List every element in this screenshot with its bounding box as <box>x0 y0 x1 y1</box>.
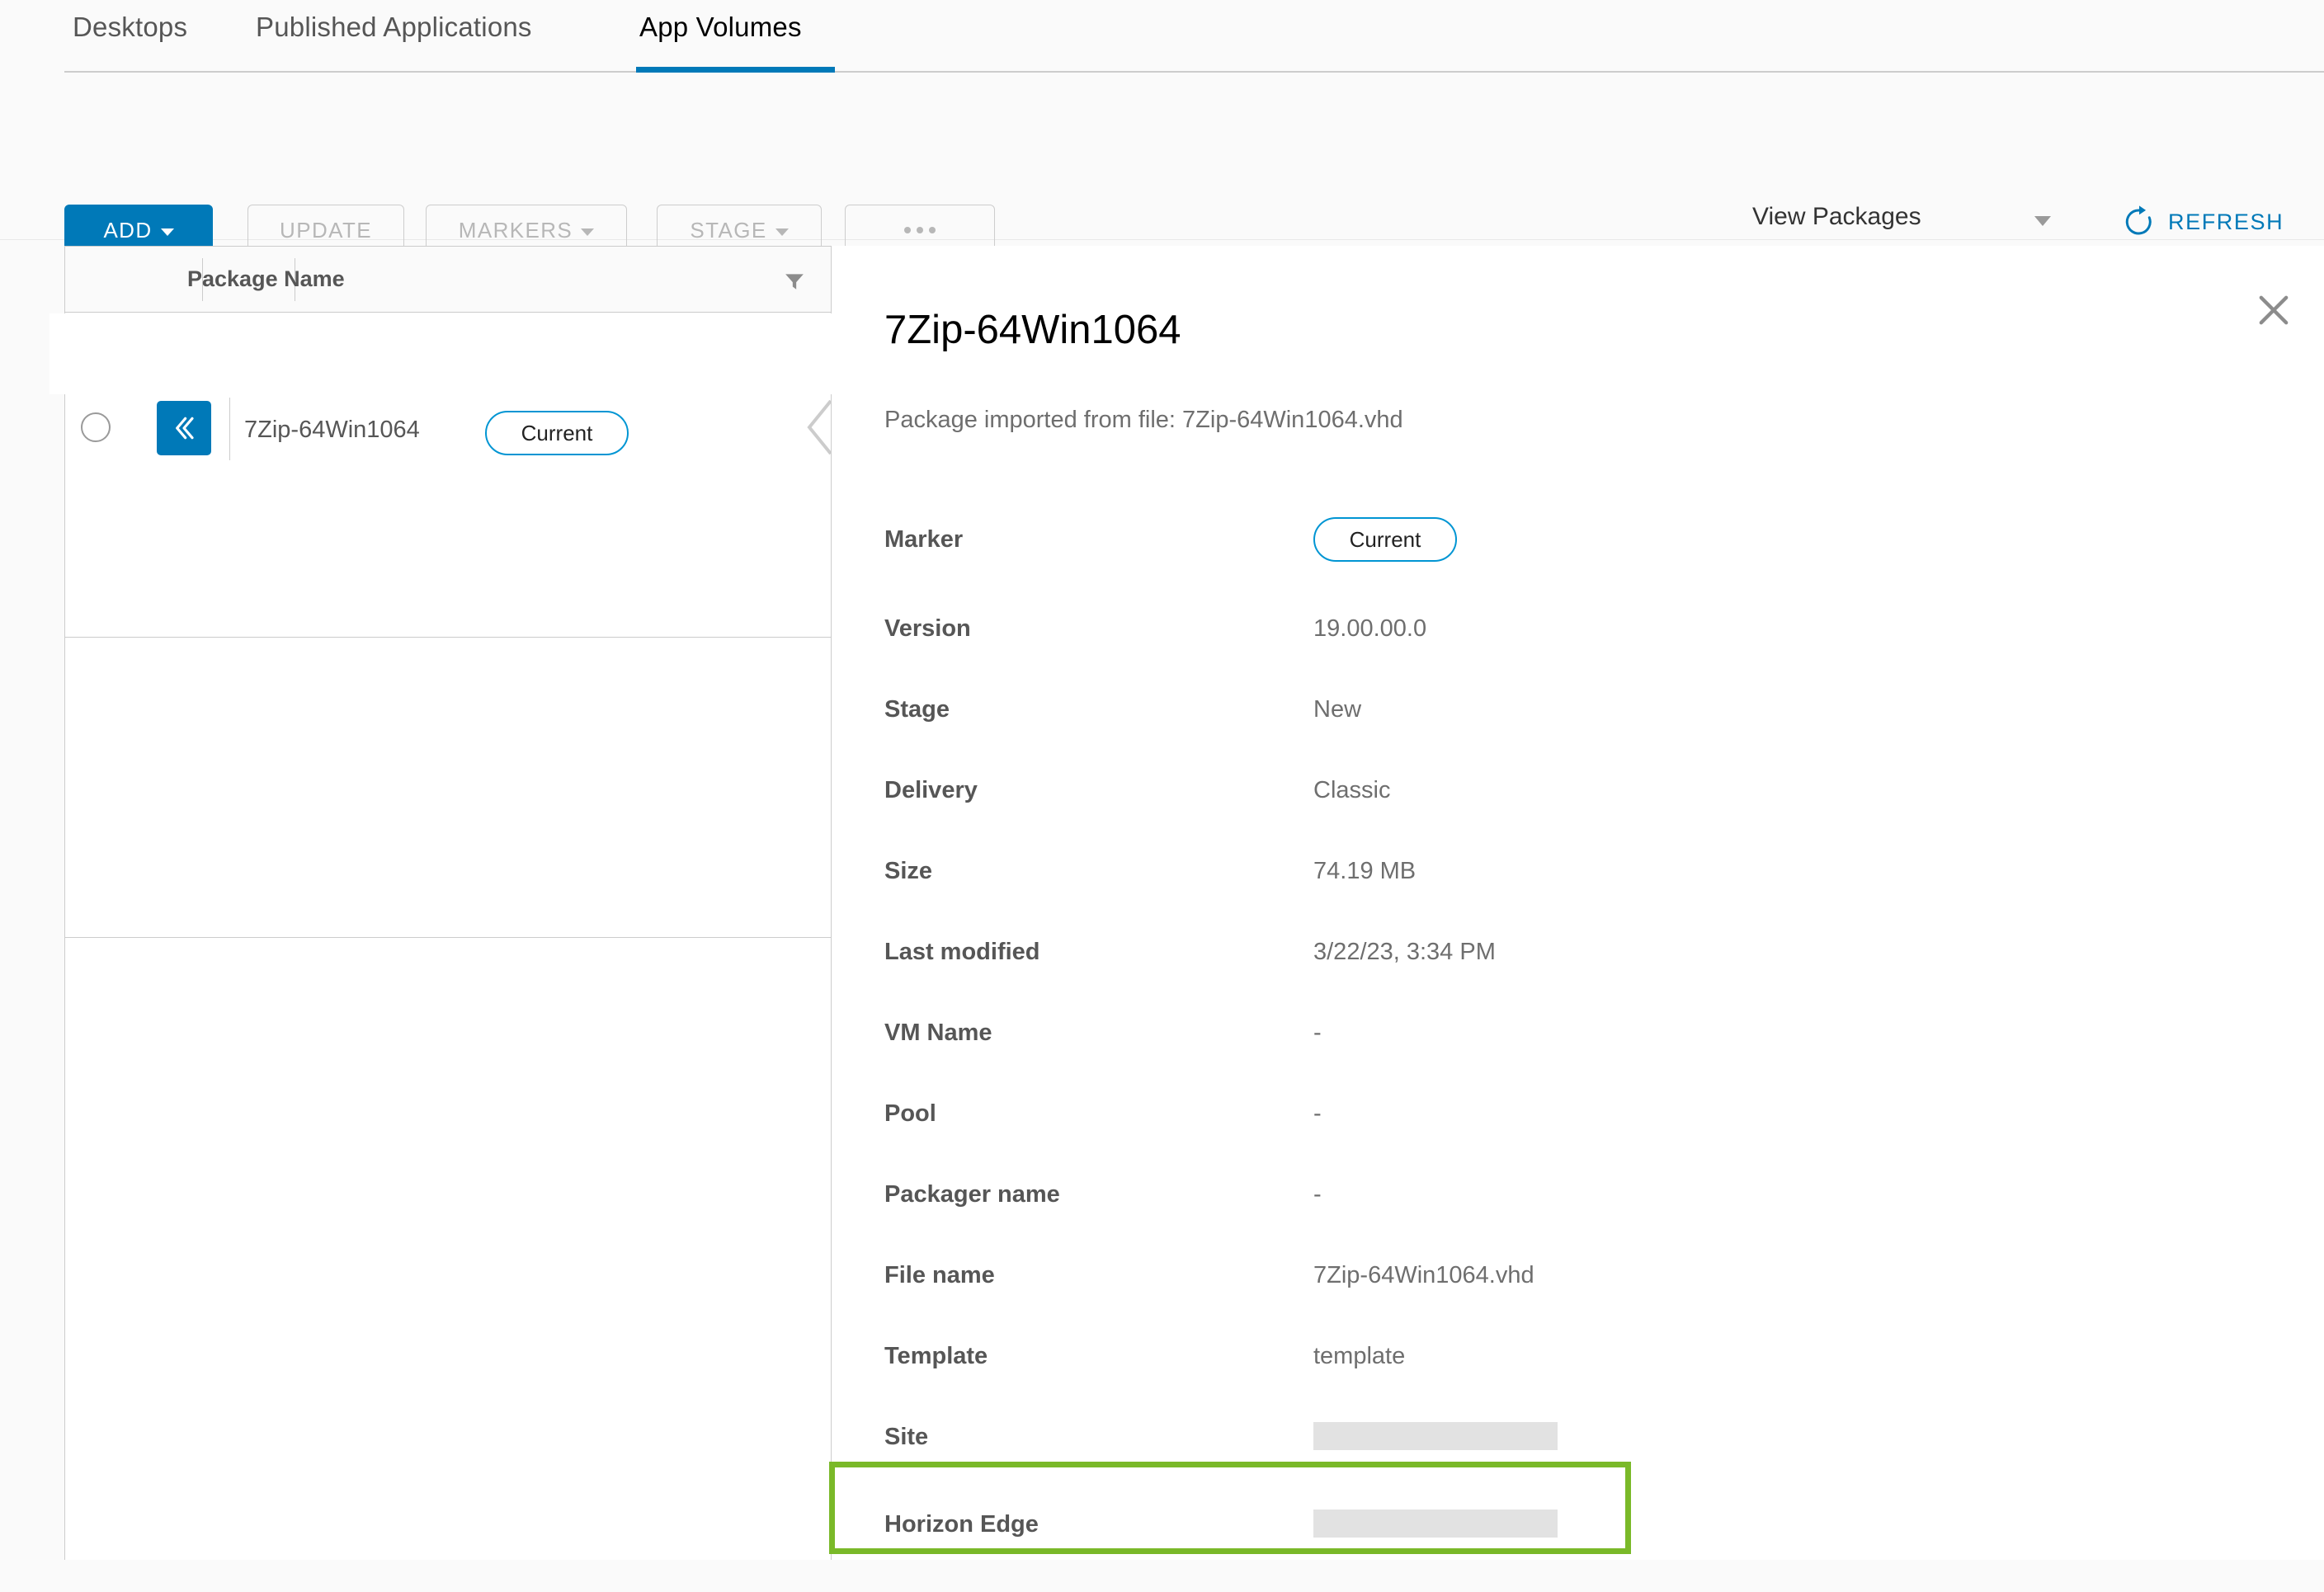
detail-field-file-name: File name 7Zip-64Win1064.vhd <box>884 1262 2287 1343</box>
field-value: 7Zip-64Win1064.vhd <box>1313 1262 1534 1288</box>
refresh-button[interactable]: REFRESH <box>2122 205 2284 239</box>
detail-field-pool: Pool - <box>884 1100 2287 1181</box>
detail-title: 7Zip-64Win1064 <box>884 308 1181 352</box>
field-label: Site <box>884 1424 929 1450</box>
field-label: Marker <box>884 526 964 553</box>
detail-field-packager-name: Packager name - <box>884 1181 2287 1262</box>
add-button-label: ADD <box>103 217 153 243</box>
packages-table-header: Package Name <box>65 247 831 313</box>
stage-button-label: STAGE <box>690 217 767 243</box>
detail-field-size: Size 74.19 MB <box>884 858 2287 939</box>
field-value: 3/22/23, 3:34 PM <box>1313 939 1496 965</box>
collapse-panel-button[interactable] <box>157 401 211 455</box>
table-row[interactable] <box>65 558 831 638</box>
detail-field-delivery: Delivery Classic <box>884 777 2287 858</box>
active-tab-indicator <box>636 67 835 73</box>
field-value: - <box>1313 1020 1322 1046</box>
view-packages-select[interactable]: View Packages <box>1742 198 2069 249</box>
chevron-down-icon <box>775 228 789 236</box>
field-value: - <box>1313 1100 1322 1127</box>
field-value-redacted <box>1313 1422 1558 1450</box>
double-chevron-left-icon <box>176 417 194 440</box>
detail-field-horizon-edge: Horizon Edge <box>884 1510 2287 1592</box>
field-value: New <box>1313 696 1362 723</box>
field-value: template <box>1313 1343 1406 1369</box>
refresh-icon <box>2125 205 2152 235</box>
cell-package-name: 7Zip-64Win1064 <box>244 417 420 443</box>
chevron-down-icon <box>160 228 174 236</box>
field-label: Horizon Edge <box>884 1511 1039 1538</box>
filter-icon[interactable] <box>784 271 805 292</box>
field-label: Delivery <box>884 777 978 803</box>
field-label: Stage <box>884 696 950 723</box>
package-detail-panel: 7Zip-64Win1064 Package imported from fil… <box>832 246 2324 1560</box>
detail-field-marker: Marker Current <box>884 517 2287 607</box>
field-label: Template <box>884 1343 988 1369</box>
detail-field-stage: Stage New <box>884 696 2287 777</box>
field-label: Size <box>884 858 933 884</box>
field-value: - <box>1313 1181 1322 1208</box>
markers-button-label: MARKERS <box>458 217 573 243</box>
field-label: Version <box>884 615 971 642</box>
row-select-radio[interactable] <box>81 412 111 442</box>
tab-app-volumes[interactable]: App Volumes <box>639 12 802 43</box>
view-packages-select-value: View Packages <box>1752 203 1921 230</box>
field-label: Packager name <box>884 1181 1060 1208</box>
panel-notch-chevron-icon <box>807 399 832 455</box>
field-label: VM Name <box>884 1020 992 1046</box>
detail-field-vm-name: VM Name - <box>884 1020 2287 1100</box>
tab-desktops[interactable]: Desktops <box>73 12 187 43</box>
update-button-label: UPDATE <box>280 217 372 243</box>
ellipsis-icon <box>904 227 936 233</box>
refresh-button-label: REFRESH <box>2168 209 2284 234</box>
chevron-down-icon <box>2034 216 2051 226</box>
detail-field-version: Version 19.00.00.0 <box>884 615 2287 696</box>
action-toolbar: ADD UPDATE MARKERS STAGE View Packages R… <box>0 74 2324 256</box>
field-value: 74.19 MB <box>1313 858 1417 884</box>
detail-field-last-modified: Last modified 3/22/23, 3:34 PM <box>884 939 2287 1020</box>
detail-subtitle: Package imported from file: 7Zip-64Win10… <box>884 407 1403 433</box>
detail-field-template: Template template <box>884 1343 2287 1424</box>
table-section-divider <box>65 937 831 938</box>
top-tab-bar: Desktops Published Applications App Volu… <box>0 0 2324 74</box>
detail-field-site: Site <box>884 1422 2287 1505</box>
field-value-redacted <box>1313 1510 1558 1538</box>
tab-bar-baseline <box>64 71 2324 73</box>
field-label: File name <box>884 1262 995 1288</box>
row-marker-badge: Current <box>485 411 629 455</box>
field-label: Pool <box>884 1100 936 1127</box>
chevron-down-icon <box>581 228 595 236</box>
close-icon[interactable] <box>2252 289 2295 332</box>
row-cell-divider <box>229 398 230 460</box>
field-value: Classic <box>1313 777 1391 803</box>
field-value: 19.00.00.0 <box>1313 615 1427 642</box>
tab-published-applications[interactable]: Published Applications <box>256 12 532 43</box>
column-header-package-name: Package Name <box>187 266 345 291</box>
field-value-badge: Current <box>1313 517 1457 562</box>
table-empty-overlay <box>49 313 833 394</box>
field-label: Last modified <box>884 939 1040 965</box>
